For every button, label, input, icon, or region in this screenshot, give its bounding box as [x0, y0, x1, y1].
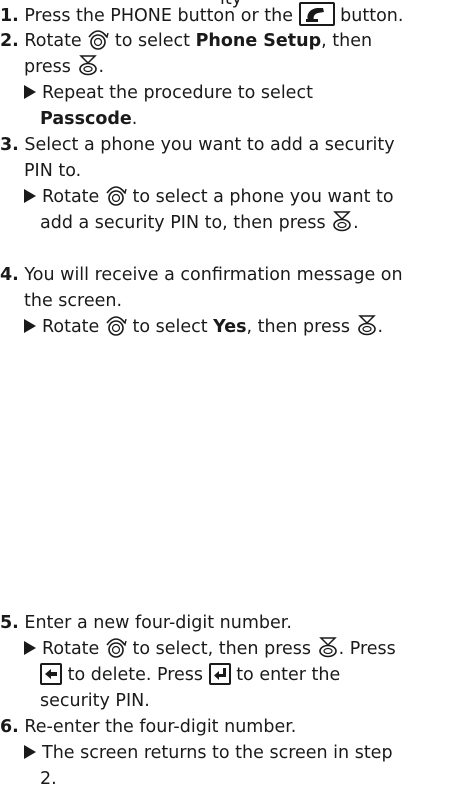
step-number: 1. — [0, 6, 19, 26]
step-5-substep-continued: to delete. Press to enter the — [40, 662, 340, 688]
step-6: 6. Re-enter the four-digit number. — [0, 717, 297, 737]
step-6-substep: The screen returns to the screen in step — [24, 740, 393, 766]
step-number: 3. — [0, 135, 19, 155]
enter-return-key-icon — [208, 663, 231, 685]
step-3-substep: Rotate to select a phone you want to — [24, 184, 394, 210]
step-6-substep-continued: 2. — [40, 769, 57, 789]
step-3: 3. Select a phone you want to add a secu… — [0, 135, 395, 155]
step-2-continued: press . — [24, 54, 104, 80]
step-5-substep: Rotate to select, then press . Press — [24, 636, 396, 662]
step-4-continued: the screen. — [24, 291, 123, 311]
step-1: 1. Press the PHONE button or the button. — [0, 2, 403, 29]
press-enter-icon — [356, 314, 378, 336]
selector-dial-icon — [87, 28, 109, 50]
triangle-bullet-icon — [24, 319, 36, 333]
step-4-substep: Rotate to select Yes, then press . — [24, 314, 383, 340]
step-3-substep-continued: add a security PIN to, then press . — [40, 210, 359, 236]
selector-dial-icon — [105, 636, 127, 658]
step-3-continued: PIN to. — [24, 161, 82, 181]
step-2-substep: Repeat the procedure to select — [24, 80, 313, 106]
triangle-bullet-icon — [24, 745, 36, 759]
phone-icon — [298, 2, 335, 26]
triangle-bullet-icon — [24, 189, 36, 203]
selector-dial-icon — [105, 184, 127, 206]
step-number: 5. — [0, 613, 19, 633]
step-number: 6. — [0, 717, 19, 737]
step-5: 5. Enter a new four-digit number. — [0, 613, 292, 633]
selector-dial-icon — [105, 314, 127, 336]
triangle-bullet-icon — [24, 85, 36, 99]
step-2-substep-continued: Passcode. — [40, 109, 138, 129]
press-enter-icon — [317, 636, 339, 658]
press-enter-icon — [77, 54, 99, 76]
step-number: 2. — [0, 31, 19, 51]
step-5-substep-continued-2: security PIN. — [40, 691, 150, 711]
triangle-bullet-icon — [24, 641, 36, 655]
press-enter-icon — [331, 210, 353, 232]
back-arrow-key-icon — [40, 663, 62, 685]
step-2: 2. Rotate to select Phone Setup, then — [0, 28, 372, 54]
step-4: 4. You will receive a confirmation messa… — [0, 265, 403, 285]
step-number: 4. — [0, 265, 19, 285]
